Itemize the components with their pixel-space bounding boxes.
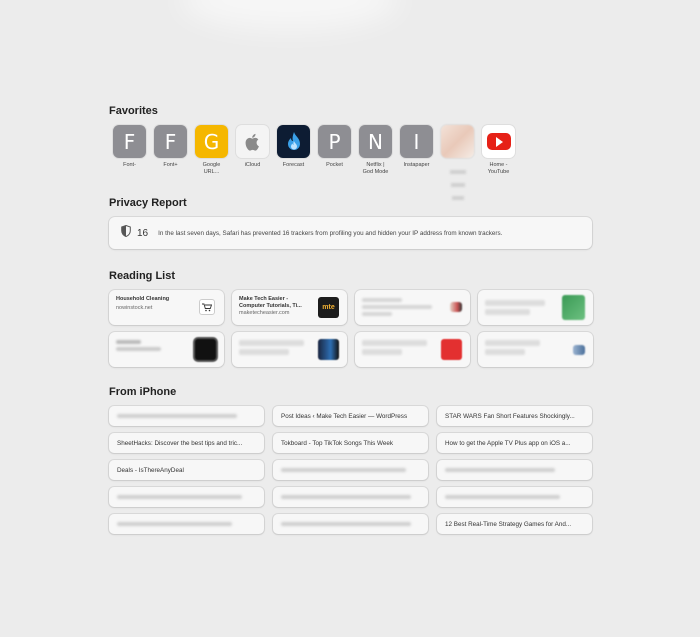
blurred-thumbnail xyxy=(441,339,462,360)
favorite-label: Home - YouTube xyxy=(487,162,510,175)
blurred-favicon xyxy=(441,125,474,158)
favorite-youtube[interactable]: Home - YouTube xyxy=(478,125,519,208)
iphone-tab-title: Tokboard - Top TikTok Songs This Week xyxy=(281,439,393,447)
privacy-report-card[interactable]: 16 In the last seven days, Safari has pr… xyxy=(109,217,592,249)
favorite-label: Pocket xyxy=(326,162,343,168)
favorite-label: Font- xyxy=(123,162,136,168)
iphone-tab-title: Post Ideas ‹ Make Tech Easier — WordPres… xyxy=(281,412,408,420)
reading-list-grid: Household Cleaning nowinstock.net Make T… xyxy=(109,290,593,367)
youtube-icon xyxy=(482,125,515,158)
reading-item[interactable]: Make Tech Easier - Computer Tutorials, T… xyxy=(232,290,347,325)
favorite-google-url[interactable]: G Google URL... xyxy=(191,125,232,208)
blurred-thumbnail xyxy=(573,345,585,355)
favorite-font-minus[interactable]: F Font- xyxy=(109,125,150,208)
iphone-tab-title: How to get the Apple TV Plus app on iOS … xyxy=(445,439,571,447)
reading-item[interactable]: Household Cleaning nowinstock.net xyxy=(109,290,224,325)
favorite-label: Font+ xyxy=(163,162,178,168)
privacy-summary: In the last seven days, Safari has preve… xyxy=(158,229,503,237)
favorite-icloud[interactable]: iCloud xyxy=(232,125,273,208)
reading-list-heading: Reading List xyxy=(109,270,176,282)
iphone-tab[interactable]: Deals - IsThereAnyDeal xyxy=(109,460,264,480)
background-glow xyxy=(180,0,400,30)
from-iphone-grid: Post Ideas ‹ Make Tech Easier — WordPres… xyxy=(109,406,592,534)
shield-icon xyxy=(121,224,131,242)
iphone-tab[interactable]: Post Ideas ‹ Make Tech Easier — WordPres… xyxy=(273,406,428,426)
reading-item-title: Household Cleaning xyxy=(116,296,170,302)
favorite-label: Instapaper xyxy=(403,162,430,168)
favorites-grid: F Font- F Font+ G Google URL... iCloud F… xyxy=(109,125,519,208)
iphone-tab[interactable]: SheetHacks: Discover the best tips and t… xyxy=(109,433,264,453)
favorite-label: Forecast xyxy=(282,162,305,168)
iphone-tab-blurred[interactable] xyxy=(437,460,592,480)
favorite-netflix-god-mode[interactable]: N Netflix | God Mode xyxy=(355,125,396,208)
pocket-tile: P xyxy=(318,125,351,158)
iphone-tab-blurred[interactable] xyxy=(273,460,428,480)
favorites-heading: Favorites xyxy=(109,105,158,117)
font-plus-tile: F xyxy=(154,125,187,158)
blurred-thumbnail xyxy=(318,339,339,360)
iphone-tab-title: SheetHacks: Discover the best tips and t… xyxy=(117,439,243,447)
tracker-count: 16 xyxy=(137,227,149,239)
reading-item-blurred[interactable] xyxy=(355,332,470,367)
mte-logo-icon: mte xyxy=(318,297,339,318)
favorite-blurred[interactable] xyxy=(437,125,478,208)
favorite-instapaper[interactable]: I Instapaper xyxy=(396,125,437,208)
privacy-heading: Privacy Report xyxy=(109,197,187,209)
from-iphone-heading: From iPhone xyxy=(109,386,177,398)
reading-item-blurred[interactable] xyxy=(109,332,224,367)
font-minus-tile: F xyxy=(113,125,146,158)
iphone-tab-title: Deals - IsThereAnyDeal xyxy=(117,466,184,474)
favorite-font-plus[interactable]: F Font+ xyxy=(150,125,191,208)
reading-item-blurred[interactable] xyxy=(355,290,470,325)
blurred-thumbnail xyxy=(562,295,585,320)
favorite-label: Google URL... xyxy=(202,162,221,175)
forecast-flame-icon xyxy=(277,125,310,158)
instapaper-tile: I xyxy=(400,125,433,158)
blurred-thumbnail xyxy=(450,302,462,312)
iphone-tab-blurred[interactable] xyxy=(437,487,592,507)
iphone-tab[interactable]: How to get the Apple TV Plus app on iOS … xyxy=(437,433,592,453)
reading-item-blurred[interactable] xyxy=(478,332,593,367)
netflix-tile: N xyxy=(359,125,392,158)
iphone-tab-blurred[interactable] xyxy=(109,406,264,426)
apple-icon xyxy=(236,125,269,158)
iphone-tab[interactable]: STAR WARS Fan Short Features Shockingly.… xyxy=(437,406,592,426)
favorite-pocket[interactable]: P Pocket xyxy=(314,125,355,208)
reading-item-blurred[interactable] xyxy=(232,332,347,367)
iphone-tab-title: STAR WARS Fan Short Features Shockingly.… xyxy=(445,412,575,420)
iphone-tab-blurred[interactable] xyxy=(273,487,428,507)
iphone-tab-blurred[interactable] xyxy=(109,487,264,507)
favorite-label: iCloud xyxy=(244,162,261,168)
iphone-tab-blurred[interactable] xyxy=(273,514,428,534)
reading-item-title: Make Tech Easier - Computer Tutorials, T… xyxy=(239,296,302,309)
cart-icon xyxy=(199,299,215,315)
iphone-tab[interactable]: Tokboard - Top TikTok Songs This Week xyxy=(273,433,428,453)
iphone-tab[interactable]: 12 Best Real-Time Strategy Games for And… xyxy=(437,514,592,534)
favorite-label-blurred xyxy=(438,162,478,208)
reading-item-blurred[interactable] xyxy=(478,290,593,325)
favorite-forecast[interactable]: Forecast xyxy=(273,125,314,208)
iphone-tab-blurred[interactable] xyxy=(109,514,264,534)
iphone-tab-title: 12 Best Real-Time Strategy Games for And… xyxy=(445,520,572,528)
blurred-thumbnail xyxy=(195,339,216,360)
google-url-tile: G xyxy=(195,125,228,158)
favorite-label: Netflix | God Mode xyxy=(362,162,389,175)
